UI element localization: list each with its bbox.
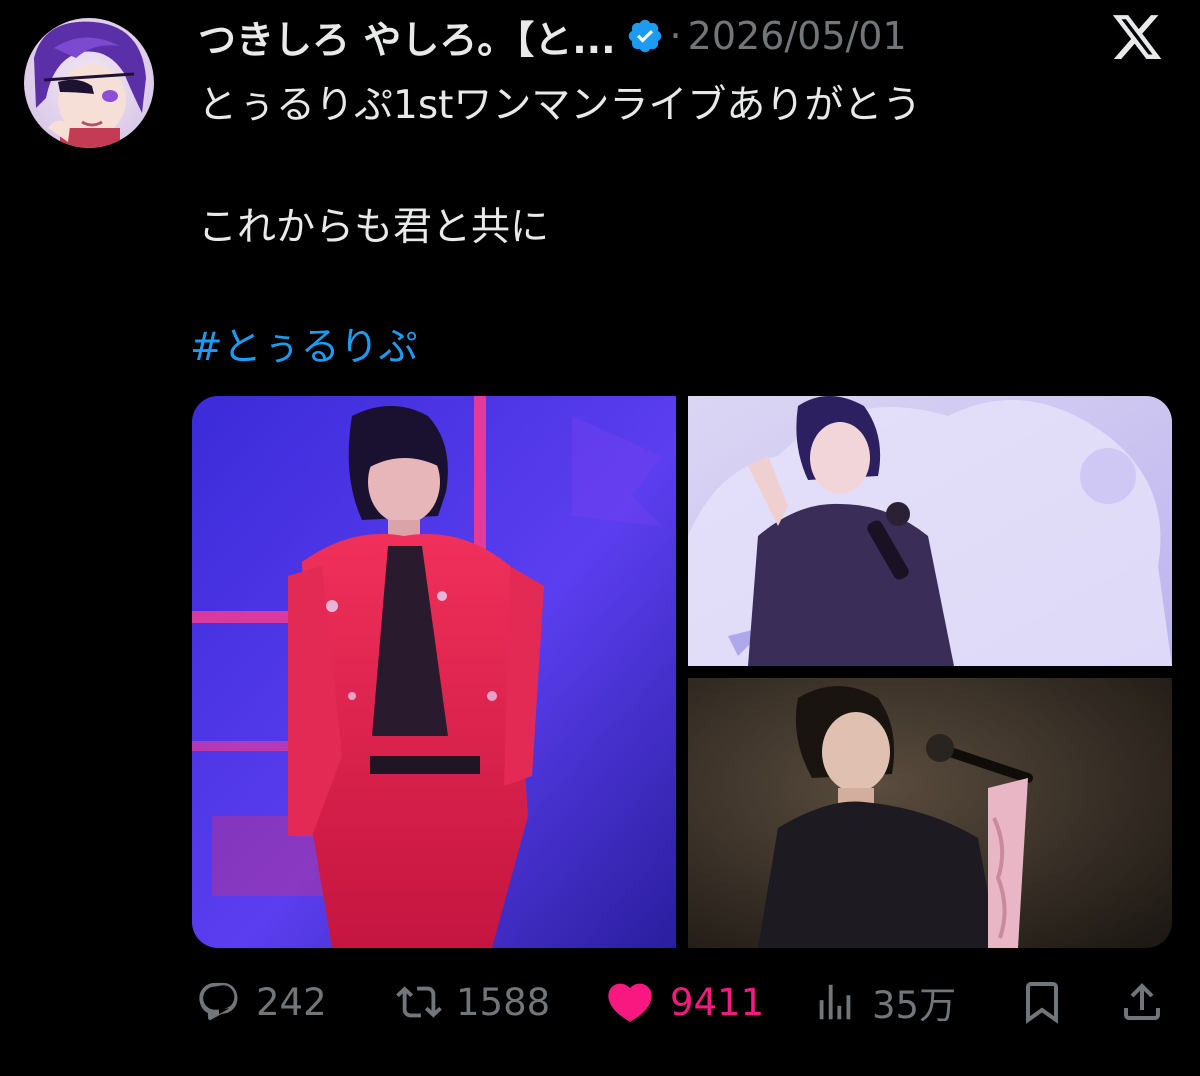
avatar-image bbox=[24, 18, 154, 148]
repost-count: 1588 bbox=[456, 980, 551, 1024]
tweet-date[interactable]: 2026/05/01 bbox=[688, 14, 907, 58]
media-divider-horizontal bbox=[688, 666, 1172, 678]
repost-icon bbox=[396, 986, 442, 1018]
photo-2[interactable] bbox=[688, 396, 1172, 666]
author-name[interactable]: つきしろ やしろ。【と... bbox=[198, 9, 616, 64]
media-divider-vertical bbox=[676, 396, 688, 948]
share-icon bbox=[1124, 983, 1160, 1020]
reply-icon bbox=[199, 982, 238, 1021]
tweet-header: つきしろ やしろ。【と... · 2026/05/01 bbox=[198, 8, 1160, 64]
photo-3[interactable] bbox=[688, 678, 1172, 948]
photo-1-image bbox=[192, 396, 676, 948]
tweet-text-line1: とぅるりぷ1stワンマンライブありがとう bbox=[198, 83, 922, 128]
reply-button[interactable]: 242 bbox=[196, 966, 327, 1038]
repost-button[interactable]: 1588 bbox=[396, 966, 550, 1038]
heart-icon bbox=[608, 983, 652, 1022]
hashtag-link[interactable]: #とぅるりぷ bbox=[190, 316, 418, 372]
view-count: 35万 bbox=[872, 984, 957, 1027]
views-icon bbox=[819, 984, 851, 1020]
photo-1[interactable] bbox=[192, 396, 676, 948]
like-count: 9411 bbox=[670, 980, 765, 1024]
avatar[interactable] bbox=[24, 18, 154, 148]
photo-2-image bbox=[688, 396, 1172, 666]
media-grid bbox=[192, 396, 1172, 948]
reply-count: 242 bbox=[256, 980, 327, 1024]
x-logo-icon bbox=[1112, 15, 1162, 59]
bookmark-icon bbox=[1026, 982, 1058, 1024]
verified-badge-icon bbox=[628, 19, 661, 53]
bookmark-button[interactable] bbox=[1018, 966, 1080, 1038]
header-separator: · bbox=[669, 14, 682, 58]
photo-3-image bbox=[688, 678, 1172, 948]
views-button[interactable]: 35万 bbox=[812, 966, 956, 1038]
action-bar: 242 1588 9411 35万 bbox=[0, 966, 1200, 1038]
share-button[interactable] bbox=[1118, 966, 1180, 1038]
tweet-text-line2: これからも君と共に bbox=[198, 205, 550, 250]
like-button[interactable]: 9411 bbox=[604, 966, 764, 1038]
